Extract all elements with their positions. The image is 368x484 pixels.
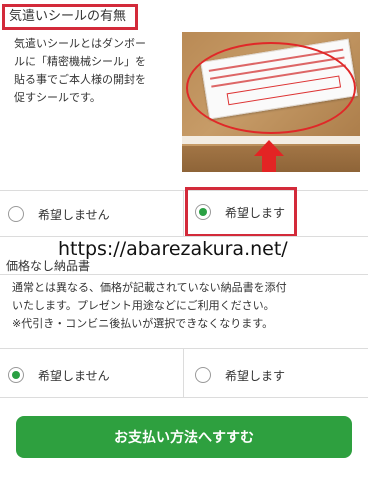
invoice-description-line: 通常とは異なる、価格が記載されていない納品書を添付	[12, 281, 287, 294]
watermark-url: https://abarezakura.net/	[58, 238, 288, 260]
radio-button[interactable]	[8, 206, 24, 222]
divider	[0, 274, 368, 275]
radio-button-checked[interactable]	[8, 367, 24, 383]
radio-button[interactable]	[195, 367, 211, 383]
sticker-description-line: 貼る事でご本人様の開封を	[14, 73, 146, 86]
sticker-description-line: 気遣いシールとはダンボー	[14, 37, 146, 50]
sticker-description-line: ルに「精密機械シール」を	[14, 55, 146, 68]
divider	[0, 397, 368, 398]
invoice-option-yes[interactable]: 希望します	[195, 357, 355, 393]
invoice-description-line: いたします。プレゼント用途などにご利用ください。	[12, 299, 275, 312]
invoice-option-no[interactable]: 希望しません	[8, 357, 178, 393]
sticker-description: 気遣いシールとはダンボー ルに「精密機械シール」を 貼る事でご本人様の開封を 促…	[14, 35, 184, 107]
sticker-photo	[182, 32, 360, 172]
sticker-option-label: 希望しません	[38, 207, 110, 222]
invoice-section-title: 価格なし納品書	[6, 259, 91, 273]
highlight-oval	[186, 42, 356, 134]
proceed-to-payment-button[interactable]: お支払い方法へすすむ	[16, 416, 352, 458]
invoice-option-label: 希望します	[225, 368, 286, 383]
divider	[0, 348, 368, 349]
invoice-option-label: 希望しません	[38, 368, 110, 383]
sticker-section-title: 気遣いシールの有無	[2, 4, 138, 30]
arrow-shaft	[262, 154, 276, 172]
sticker-option-no[interactable]: 希望しません	[8, 196, 178, 232]
divider	[0, 190, 368, 191]
radio-button-checked[interactable]	[195, 204, 211, 220]
sticker-description-line: 促すシールです。	[14, 91, 101, 104]
sticker-option-label: 希望します	[225, 205, 286, 220]
invoice-description-line: ※代引き・コンビニ後払いが選択できなくなります。	[12, 317, 274, 330]
divider	[183, 191, 184, 236]
divider	[183, 349, 184, 397]
invoice-description: 通常とは異なる、価格が記載されていない納品書を添付 いたします。プレゼント用途な…	[12, 279, 360, 333]
sticker-option-yes[interactable]: 希望します	[195, 194, 295, 230]
divider	[0, 236, 368, 237]
